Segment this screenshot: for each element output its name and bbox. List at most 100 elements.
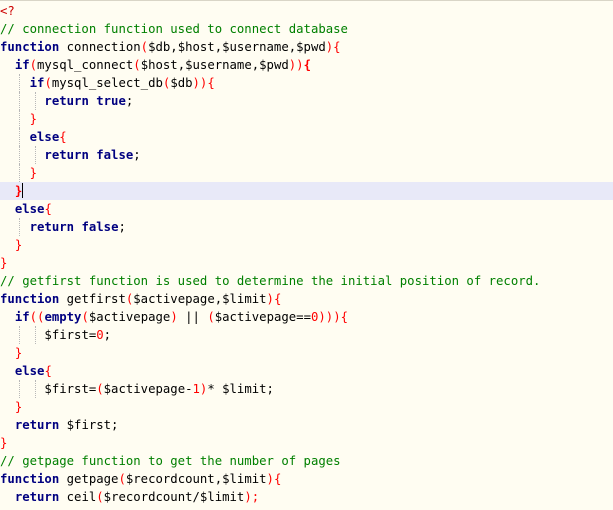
code-line[interactable]: }	[0, 344, 613, 362]
code-token: (	[81, 310, 89, 324]
code-line[interactable]: if(mysql_select_db($db)){	[0, 74, 613, 92]
code-token: false	[96, 148, 134, 162]
code-text: else{	[0, 128, 67, 146]
code-token: (	[140, 40, 149, 54]
code-text: return true;	[0, 92, 133, 110]
code-text: // getpage function to get the number of…	[0, 452, 341, 470]
code-line[interactable]: return false;	[0, 218, 613, 236]
code-text: // getfirst function is used to determin…	[0, 272, 540, 290]
code-token: else	[14, 202, 45, 216]
code-text: function connection($db,$host,$username,…	[0, 38, 341, 56]
code-token: $db,$host,$username,$pwd	[148, 40, 326, 54]
code-text: return ceil($recordcount/$limit);	[0, 488, 259, 506]
code-line[interactable]: else{	[0, 128, 613, 146]
code-token: (	[44, 76, 52, 90]
code-token: $first=	[44, 382, 97, 396]
code-text: }	[0, 110, 37, 128]
code-line[interactable]: return true;	[0, 92, 613, 110]
code-token: $first;	[59, 418, 119, 432]
code-line[interactable]: if(mysql_connect($host,$username,$pwd)){	[0, 56, 613, 74]
code-token: $activepage	[88, 310, 171, 324]
code-line[interactable]: }	[0, 182, 613, 200]
code-line[interactable]: }	[0, 164, 613, 182]
code-text: return false;	[0, 218, 126, 236]
code-text: function getfirst($activepage,$limit){	[0, 290, 281, 308]
code-token: }	[0, 256, 8, 270]
code-line[interactable]: else{	[0, 200, 613, 218]
code-token: (	[207, 310, 215, 324]
code-token: ))	[288, 58, 304, 72]
code-token: else	[14, 364, 45, 378]
code-token: getpage	[59, 472, 119, 486]
code-line[interactable]: // connection function used to connect d…	[0, 20, 613, 38]
code-token: // getpage function to get the number of…	[0, 454, 341, 468]
code-token: if	[29, 76, 45, 90]
code-line[interactable]: }	[0, 398, 613, 416]
code-line[interactable]: // getfirst function is used to determin…	[0, 272, 613, 290]
code-line[interactable]: return ceil($recordcount/$limit);	[0, 488, 613, 506]
code-token: )){	[192, 76, 215, 90]
code-line[interactable]: <?	[0, 2, 613, 20]
code-token: if	[14, 58, 30, 72]
code-line[interactable]: }	[0, 434, 613, 452]
code-token: $recordcount/$limit	[103, 490, 245, 504]
code-line[interactable]: function getpage($recordcount,$limit){	[0, 470, 613, 488]
code-line[interactable]: function getfirst($activepage,$limit){	[0, 290, 613, 308]
code-line[interactable]: }	[0, 236, 613, 254]
code-text: if(mysql_select_db($db)){	[0, 74, 215, 92]
code-token: (	[96, 490, 104, 504]
code-token: (	[29, 58, 38, 72]
code-text: }	[0, 236, 22, 254]
code-line[interactable]: function connection($db,$host,$username,…	[0, 38, 613, 56]
code-text: }	[0, 434, 7, 452]
code-token: {	[44, 202, 52, 216]
code-token: return	[14, 418, 60, 432]
code-line[interactable]: else{	[0, 362, 613, 380]
code-text: else{	[0, 200, 52, 218]
code-line[interactable]: if((empty($activepage) || ($activepage==…	[0, 308, 613, 326]
code-line[interactable]: // getpage function to get the number of…	[0, 452, 613, 470]
code-token: (	[96, 382, 104, 396]
code-token: true	[96, 94, 126, 108]
code-token: mysql_connect	[37, 58, 134, 72]
code-token: false	[81, 220, 119, 234]
code-line[interactable]: }	[0, 110, 613, 128]
code-token: function	[0, 292, 60, 306]
code-line[interactable]: return $first;	[0, 416, 613, 434]
code-token: }	[29, 166, 38, 180]
code-token: return	[29, 220, 75, 234]
code-text: return $first;	[0, 416, 119, 434]
code-token: ||	[177, 310, 208, 324]
code-token: return	[44, 94, 89, 108]
code-line[interactable]: }	[0, 254, 613, 272]
code-token: ){	[266, 292, 282, 306]
code-token: }	[14, 238, 23, 252]
code-editor[interactable]: <? // connection function used to connect…	[0, 0, 613, 510]
code-token: }	[14, 184, 23, 198]
code-text: }	[0, 164, 37, 182]
code-token: {	[303, 58, 311, 72]
code-token: connection	[59, 40, 141, 54]
code-token: $activepage==	[214, 310, 311, 324]
code-token: $activepage-	[103, 382, 193, 396]
code-line[interactable]: return false;	[0, 146, 613, 164]
code-line[interactable]: $first=0;	[0, 326, 613, 344]
code-token: // connection function used to connect d…	[0, 22, 348, 36]
code-token: // getfirst function is used to determin…	[0, 274, 541, 288]
code-line[interactable]: $first=($activepage-1)* $limit;	[0, 380, 613, 398]
code-token: }	[29, 112, 38, 126]
